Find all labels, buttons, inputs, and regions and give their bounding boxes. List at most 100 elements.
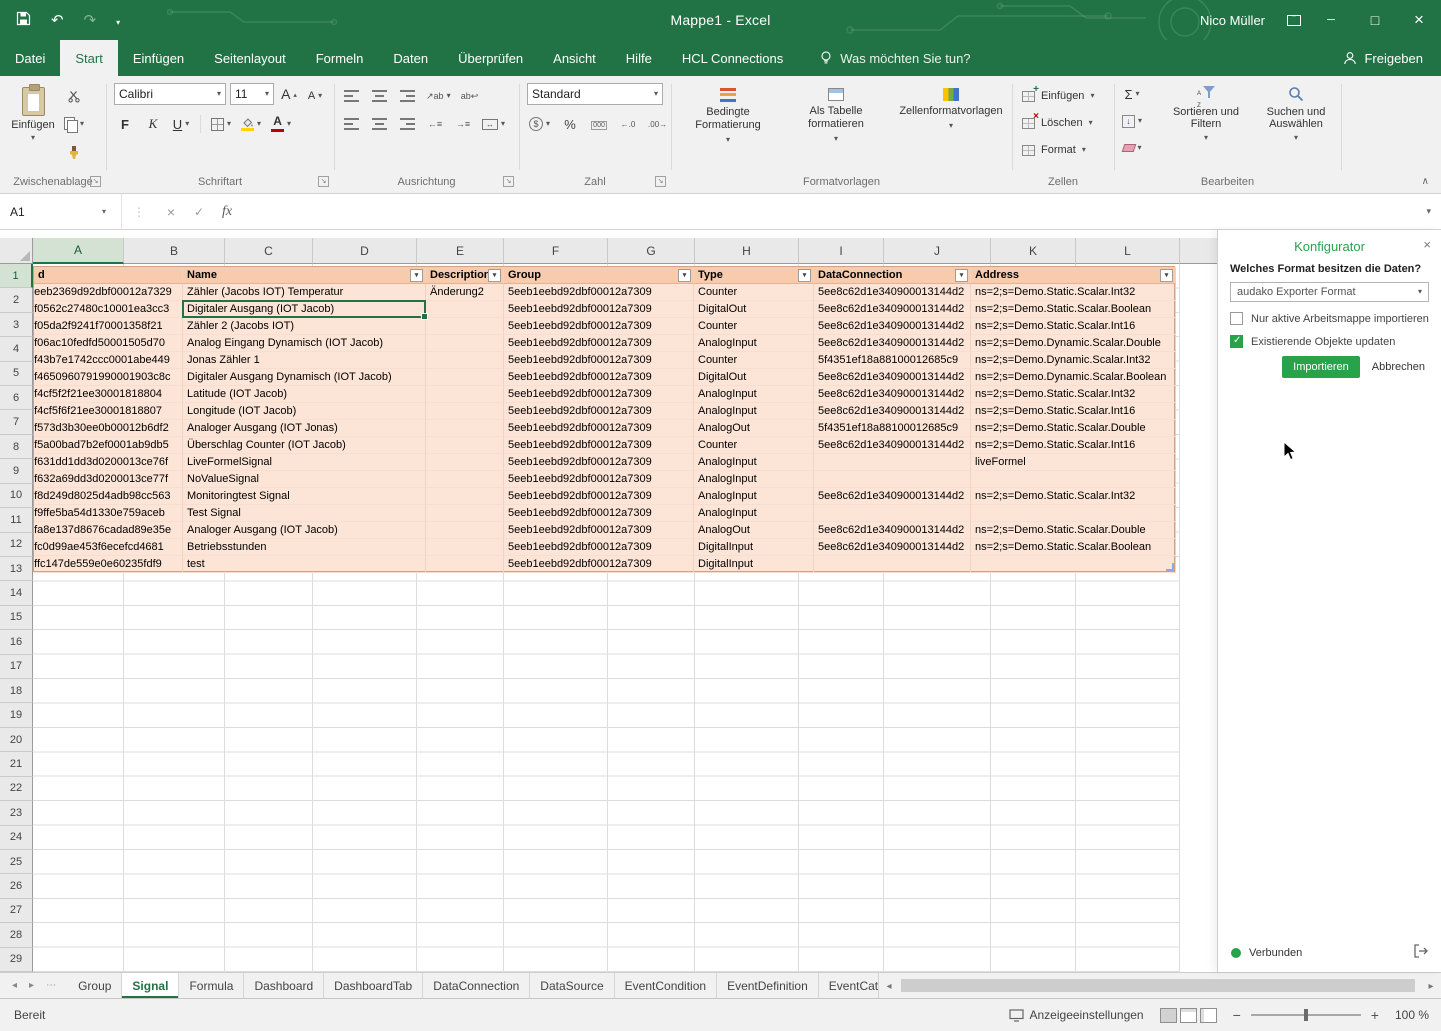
table-cell[interactable]: 5ee8c62d1e340900013144d2 xyxy=(814,488,971,505)
table-cell[interactable]: 5eeb1eebd92dbf00012a7309 xyxy=(504,301,694,318)
accounting-format-button[interactable] xyxy=(529,114,550,134)
column-header-I[interactable]: I xyxy=(799,238,884,264)
table-cell[interactable]: 5f0562c27480c10001ea3cc3 xyxy=(34,301,183,318)
formula-input[interactable] xyxy=(248,194,1407,229)
zoom-out-button[interactable] xyxy=(1233,1007,1241,1023)
view-page-layout-button[interactable] xyxy=(1180,1008,1197,1023)
table-cell[interactable]: ns=2;s=Demo.Static.Scalar.Int32 xyxy=(971,488,1176,505)
table-cell[interactable]: 5ee8c62d1e340900013144d2 xyxy=(814,539,971,556)
table-cell[interactable]: Änderung2 xyxy=(426,284,504,301)
italic-button[interactable] xyxy=(144,114,162,134)
table-cell[interactable]: 5f05da2f9241f70001358f21 xyxy=(34,318,183,335)
filter-button[interactable] xyxy=(678,269,691,282)
percent-style-button[interactable] xyxy=(561,114,579,134)
table-cell[interactable] xyxy=(426,403,504,420)
column-header-A[interactable]: A xyxy=(33,238,124,264)
table-cell[interactable]: Counter xyxy=(694,284,814,301)
table-cell[interactable]: NoValueSignal xyxy=(183,471,426,488)
table-cell[interactable] xyxy=(814,505,971,522)
row-header-10[interactable]: 10 xyxy=(0,484,33,508)
fill-button[interactable] xyxy=(1122,111,1142,131)
column-header-J[interactable]: J xyxy=(884,238,991,264)
table-cell[interactable]: test xyxy=(183,556,426,573)
user-name[interactable]: Nico Müller xyxy=(1200,13,1265,28)
table-cell[interactable]: ns=2;s=Demo.Dynamic.Scalar.Double xyxy=(971,335,1176,352)
row-header-5[interactable]: 5 xyxy=(0,362,33,386)
paste-button[interactable]: Einfügen xyxy=(8,84,58,166)
table-cell[interactable]: 5f06ac10fedfd50001505d70 xyxy=(34,335,183,352)
row-header-28[interactable]: 28 xyxy=(0,923,33,947)
font-name-select[interactable]: Calibri xyxy=(114,83,226,105)
row-header-12[interactable]: 12 xyxy=(0,533,33,557)
table-header-Address[interactable]: Address xyxy=(971,267,1176,284)
zoom-slider[interactable] xyxy=(1251,1014,1361,1016)
row-header-2[interactable]: 2 xyxy=(0,288,33,312)
column-header-E[interactable]: E xyxy=(417,238,504,264)
table-cell[interactable]: Counter xyxy=(694,318,814,335)
table-cell[interactable]: 5fc0d99ae453f6ecefcd4681 xyxy=(34,539,183,556)
table-cell[interactable]: ns=2;s=Demo.Static.Scalar.Boolean xyxy=(971,539,1176,556)
table-cell[interactable] xyxy=(814,454,971,471)
row-header-27[interactable]: 27 xyxy=(0,899,33,923)
format-painter-button[interactable] xyxy=(64,142,84,162)
table-cell[interactable]: ns=2;s=Demo.Static.Scalar.Double xyxy=(971,522,1176,539)
clipboard-dialog-launcher[interactable] xyxy=(90,176,101,187)
insert-cells-button[interactable]: Einfügen xyxy=(1022,86,1094,106)
zoom-level[interactable]: 100 % xyxy=(1395,1008,1429,1022)
increase-decimal-button[interactable] xyxy=(619,114,637,134)
row-header-24[interactable]: 24 xyxy=(0,826,33,850)
table-cell[interactable]: 5eeb1eebd92dbf00012a7309 xyxy=(504,505,694,522)
table-cell[interactable]: Zähler (Jacobs IOT) Temperatur xyxy=(183,284,426,301)
table-cell[interactable]: Test Signal xyxy=(183,505,426,522)
row-header-13[interactable]: 13 xyxy=(0,557,33,581)
table-cell[interactable]: 5ee8c62d1e340900013144d2 xyxy=(814,335,971,352)
table-cell[interactable]: 5f4351ef18a88100012685c9 xyxy=(814,352,971,369)
table-cell[interactable]: Zähler 2 (Jacobs IOT) xyxy=(183,318,426,335)
table-cell[interactable]: Überschlag Counter (IOT Jacob) xyxy=(183,437,426,454)
number-format-select[interactable]: Standard xyxy=(527,83,663,105)
orientation-button[interactable] xyxy=(426,86,451,106)
table-cell[interactable]: 5ffc147de559e0e60235fdf9 xyxy=(34,556,183,573)
table-cell[interactable]: 5eeb1eebd92dbf00012a7309 xyxy=(504,386,694,403)
column-header-L[interactable]: L xyxy=(1076,238,1180,264)
table-cell[interactable]: 5ee8c62d1e340900013144d2 xyxy=(814,437,971,454)
column-header-K[interactable]: K xyxy=(991,238,1076,264)
table-cell[interactable] xyxy=(971,505,1176,522)
conditional-formatting-button[interactable]: Bedingte Formatierung xyxy=(677,82,779,168)
customize-quick-access-button[interactable] xyxy=(116,13,120,28)
table-cell[interactable] xyxy=(426,471,504,488)
table-cell[interactable]: ns=2;s=Demo.Dynamic.Scalar.Int32 xyxy=(971,352,1176,369)
table-cell[interactable]: AnalogInput xyxy=(694,403,814,420)
delete-cells-button[interactable]: Löschen xyxy=(1022,113,1093,133)
column-header-H[interactable]: H xyxy=(695,238,799,264)
align-top-button[interactable] xyxy=(342,86,360,106)
font-size-select[interactable]: 11 xyxy=(230,83,274,105)
table-cell[interactable]: 5ee8c62d1e340900013144d2 xyxy=(814,403,971,420)
table-cell[interactable]: 5eeb1eebd92dbf00012a7309 xyxy=(504,284,694,301)
decrease-indent-button[interactable] xyxy=(426,114,444,134)
display-settings-button[interactable]: Anzeigeeinstellungen xyxy=(1009,1008,1144,1022)
checkbox-update-objects[interactable] xyxy=(1230,335,1243,348)
sheet-tab-eventdefinition[interactable]: EventDefinition xyxy=(717,973,819,998)
minimize-button[interactable] xyxy=(1309,0,1353,40)
column-header-D[interactable]: D xyxy=(313,238,417,264)
table-cell[interactable]: ns=2;s=Demo.Static.Scalar.Double xyxy=(971,420,1176,437)
table-cell[interactable]: 5f4cf5f2f21ee30001818804 xyxy=(34,386,183,403)
row-header-19[interactable]: 19 xyxy=(0,703,33,727)
table-cell[interactable] xyxy=(426,437,504,454)
table-cell[interactable]: AnalogInput xyxy=(694,386,814,403)
row-header-1[interactable]: 1 xyxy=(0,264,33,288)
ribbon-tab-datei[interactable]: Datei xyxy=(0,40,60,76)
wrap-text-button[interactable] xyxy=(461,86,479,106)
table-cell[interactable]: 5eeb1eebd92dbf00012a7309 xyxy=(504,369,694,386)
fill-color-button[interactable] xyxy=(241,114,261,134)
select-all-corner[interactable] xyxy=(0,238,33,264)
row-header-17[interactable]: 17 xyxy=(0,655,33,679)
sheet-tab-dashboardtab[interactable]: DashboardTab xyxy=(324,973,423,998)
find-select-button[interactable]: Suchen und Auswählen xyxy=(1254,80,1338,170)
table-cell[interactable]: 5eeb1eebd92dbf00012a7309 xyxy=(504,522,694,539)
name-box-caret-icon[interactable] xyxy=(102,194,106,229)
table-cell[interactable]: 5eeb1eebd92dbf00012a7309 xyxy=(504,403,694,420)
table-cell[interactable]: 5ee8c62d1e340900013144d2 xyxy=(814,386,971,403)
table-cell[interactable]: DigitalInput xyxy=(694,556,814,573)
